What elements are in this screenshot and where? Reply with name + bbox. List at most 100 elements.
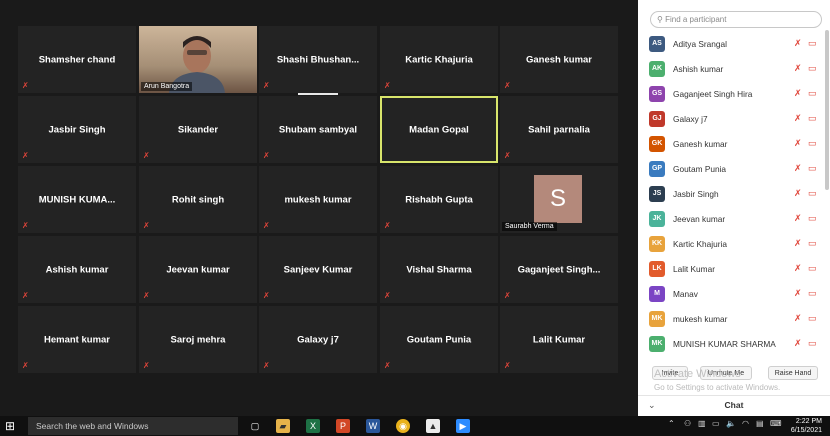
participant-tile[interactable]: Shubam sambyal ✗ [259, 96, 377, 163]
participant-row[interactable]: AS Aditya Srangal ✗ ▭ [638, 32, 830, 57]
muted-mic-icon: ✗ [384, 291, 391, 300]
activate-windows-subtext: Go to Settings to activate Windows. [654, 383, 781, 392]
participant-row[interactable]: GJ Galaxy j7 ✗ ▭ [638, 107, 830, 132]
taskbar-search-input[interactable]: Search the web and Windows [28, 417, 238, 435]
participant-tile[interactable]: MUNISH KUMA... ✗ [18, 166, 136, 233]
muted-mic-icon: ✗ [504, 81, 511, 90]
participant-tile[interactable]: Sanjeev Kumar ✗ [259, 236, 377, 303]
task-view-icon[interactable]: ▢ [248, 419, 262, 433]
volume-icon[interactable]: 🔈 [726, 419, 736, 428]
muted-mic-icon: ✗ [794, 38, 802, 48]
participant-row[interactable]: GP Goutam Punia ✗ ▭ [638, 157, 830, 182]
participant-row[interactable]: GS Gaganjeet Singh Hira ✗ ▭ [638, 82, 830, 107]
windows-start-icon[interactable]: ⊞ [5, 419, 19, 433]
tile-name: Vishal Sharma [406, 264, 472, 275]
zoom-icon[interactable]: ▶ [456, 419, 470, 433]
participant-row[interactable]: JS Jasbir Singh ✗ ▭ [638, 182, 830, 207]
participant-row[interactable]: GK Ganesh kumar ✗ ▭ [638, 132, 830, 157]
participant-tile[interactable]: Goutam Punia ✗ [380, 306, 498, 373]
raise-hand-button[interactable]: Raise Hand [768, 366, 818, 380]
participant-name: mukesh kumar [673, 314, 728, 324]
photos-icon[interactable]: ▲ [426, 419, 440, 433]
participant-row[interactable]: LK Lalit Kumar ✗ ▭ [638, 257, 830, 282]
participant-search-input[interactable]: ⚲ Find a participant [650, 11, 822, 28]
muted-mic-icon: ✗ [22, 291, 29, 300]
participant-tile[interactable]: Rishabh Gupta ✗ [380, 166, 498, 233]
participant-tile[interactable]: Shamsher chand ✗ [18, 26, 136, 93]
video-off-icon: ▭ [808, 38, 817, 48]
participant-tile[interactable]: Rohit singh ✗ [139, 166, 257, 233]
tile-name: Ganesh kumar [526, 54, 592, 65]
participant-name: MUNISH KUMAR SHARMA [673, 339, 776, 349]
tile-name: Arun Bangotra [141, 82, 193, 91]
participant-row[interactable]: AK Ashish kumar ✗ ▭ [638, 57, 830, 82]
excel-icon[interactable]: X [306, 419, 320, 433]
people-icon[interactable]: ⚇ [684, 419, 691, 428]
avatar: MK [649, 311, 665, 327]
participant-tile[interactable]: Ganesh kumar ✗ [500, 26, 618, 93]
participant-tile[interactable]: Galaxy j7 ✗ [259, 306, 377, 373]
participant-tile[interactable]: Hemant kumar ✗ [18, 306, 136, 373]
participant-tile[interactable]: Vishal Sharma ✗ [380, 236, 498, 303]
video-off-icon: ▭ [808, 313, 817, 323]
chat-bar[interactable]: ⌄ Chat [638, 395, 830, 417]
chrome-icon[interactable]: ◉ [396, 419, 410, 433]
notification-icon[interactable]: ▤ [756, 419, 764, 428]
participant-tile[interactable]: Shashi Bhushan... ✗ [259, 26, 377, 93]
clock-date: 6/15/2021 [790, 427, 822, 434]
tile-name: Goutam Punia [406, 334, 472, 345]
participant-name: Aditya Srangal [673, 39, 727, 49]
participant-tile[interactable]: Ashish kumar ✗ [18, 236, 136, 303]
avatar: GS [649, 86, 665, 102]
participant-tile[interactable]: S Saurabh Verma [500, 166, 618, 233]
network-icon[interactable]: ▥ [698, 419, 706, 428]
muted-mic-icon: ✗ [384, 221, 391, 230]
tile-name: Ashish kumar [45, 264, 109, 275]
tile-name: Kartic Khajuria [405, 54, 473, 65]
participant-tile[interactable]: Sahil parnalia ✗ [500, 96, 618, 163]
tile-name: Saurabh Verma [502, 222, 557, 231]
video-off-icon: ▭ [808, 138, 817, 148]
video-off-icon: ▭ [808, 213, 817, 223]
muted-mic-icon: ✗ [384, 361, 391, 370]
participant-tile[interactable]: mukesh kumar ✗ [259, 166, 377, 233]
participant-tile[interactable]: Gaganjeet Singh... ✗ [500, 236, 618, 303]
tile-name: mukesh kumar [284, 194, 352, 205]
participant-tile[interactable]: Saroj mehra ✗ [139, 306, 257, 373]
participant-tile[interactable]: Jeevan kumar ✗ [139, 236, 257, 303]
participant-tile-video[interactable]: Arun Bangotra [139, 26, 257, 93]
muted-mic-icon: ✗ [143, 361, 150, 370]
word-icon[interactable]: W [366, 419, 380, 433]
wifi-icon[interactable]: ◠ [742, 419, 749, 428]
muted-mic-icon: ✗ [143, 291, 150, 300]
keyboard-icon[interactable]: ⌨ [770, 419, 782, 428]
participant-tile[interactable]: Jasbir Singh ✗ [18, 96, 136, 163]
file-explorer-icon[interactable]: ▰ [276, 419, 290, 433]
chevron-up-icon[interactable]: ⌃ [668, 419, 675, 428]
participant-row[interactable]: MK mukesh kumar ✗ ▭ [638, 307, 830, 332]
video-off-icon: ▭ [808, 238, 817, 248]
powerpoint-icon[interactable]: P [336, 419, 350, 433]
participant-name: Goutam Punia [673, 164, 727, 174]
participant-name: Lalit Kumar [673, 264, 715, 274]
search-icon: ⚲ [657, 15, 663, 24]
video-off-icon: ▭ [808, 263, 817, 273]
participant-name: Ashish kumar [673, 64, 724, 74]
tile-name: Rohit singh [171, 194, 225, 205]
participant-tile-active-speaker[interactable]: Madan Gopal [380, 96, 498, 163]
participant-tile[interactable]: Lalit Kumar ✗ [500, 306, 618, 373]
participant-row[interactable]: MK MUNISH KUMAR SHARMA ✗ ▭ [638, 332, 830, 357]
participant-tile[interactable]: Kartic Khajuria ✗ [380, 26, 498, 93]
system-clock[interactable]: 2:22 PM 6/15/2021 [791, 417, 822, 435]
participant-row[interactable]: JK Jeevan kumar ✗ ▭ [638, 207, 830, 232]
participant-tile[interactable]: Sikander ✗ [139, 96, 257, 163]
muted-mic-icon: ✗ [22, 81, 29, 90]
battery-icon[interactable]: ▭ [712, 419, 720, 428]
tile-name: Shubam sambyal [278, 124, 358, 135]
avatar: LK [649, 261, 665, 277]
muted-mic-icon: ✗ [263, 291, 270, 300]
tile-name: Saroj mehra [170, 334, 226, 345]
participant-name: Jeevan kumar [673, 214, 726, 224]
participant-row[interactable]: KK Kartic Khajuria ✗ ▭ [638, 232, 830, 257]
participant-row[interactable]: M Manav ✗ ▭ [638, 282, 830, 307]
